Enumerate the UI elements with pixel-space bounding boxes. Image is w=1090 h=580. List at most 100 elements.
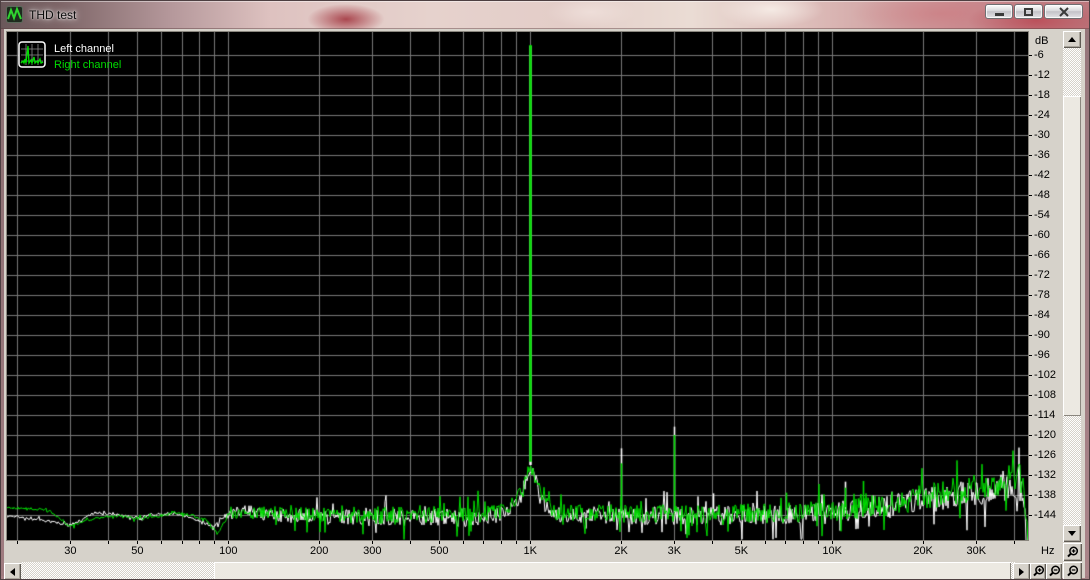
x-tick-mark [674,541,675,544]
maximize-button[interactable] [1014,4,1043,19]
x-tick-mark [621,541,622,544]
minimize-icon [994,12,1004,16]
x-tick-mark [530,541,531,544]
h-zoom-in-button[interactable] [1030,563,1046,579]
x-tick-mark [463,541,464,544]
app-icon [6,6,23,23]
h-scroll-thumb[interactable] [214,562,1011,579]
arrow-up-icon [1068,37,1076,42]
x-tick-mark [410,541,411,544]
x-tick-mark [182,541,183,544]
arrow-left-icon [10,567,15,576]
x-tick-mark [137,541,138,544]
scroll-left-button[interactable] [4,563,21,579]
x-tick-label: 2K [614,545,628,557]
y-tick-label: -78 [1034,289,1050,301]
y-tick-label: -18 [1034,89,1050,101]
y-tick-mark [1029,195,1032,196]
x-tick-label: 20K [913,545,933,557]
scroll-down-button[interactable] [1063,525,1081,542]
x-tick-label: 50 [131,545,144,557]
x-tick-mark [803,541,804,544]
y-tick-label: -132 [1034,469,1057,481]
x-tick-mark [765,541,766,544]
spectrum-canvas[interactable] [7,32,1028,540]
scroll-up-button[interactable] [1063,31,1081,48]
y-tick-label: -144 [1034,509,1057,521]
y-tick-label: -90 [1034,329,1050,341]
legend-right-channel-label: Right channel [54,59,122,71]
x-tick-label: 500 [430,545,449,557]
close-icon [1058,6,1069,17]
y-tick-mark [1029,435,1032,436]
y-tick-label: -66 [1034,249,1050,261]
scroll-right-button[interactable] [1013,563,1030,579]
y-tick-label: -138 [1034,489,1057,501]
y-tick-label: -24 [1034,109,1050,121]
h-zoom-out-button[interactable] [1046,563,1062,579]
x-tick-mark [516,541,517,544]
x-tick-mark [214,541,215,544]
x-tick-label: 30 [64,545,77,557]
y-tick-mark [1029,215,1032,216]
x-axis-unit-label: Hz [1041,545,1055,557]
x-tick-mark [439,541,440,544]
y-tick-mark [1029,55,1032,56]
arrow-right-icon [1019,567,1024,576]
x-tick-mark [319,541,320,544]
y-tick-mark [1029,315,1032,316]
y-tick-label: -72 [1034,269,1050,281]
v-scroll-thumb[interactable] [1063,96,1081,416]
y-tick-label: -84 [1034,309,1050,321]
y-tick-label: -36 [1034,149,1050,161]
y-axis-strip: dB -6 -12 -18 -24 -30 -36 -42 -48 -54 -60 -66 -72 -7… [1029,32,1063,541]
x-tick-label: 1K [523,545,537,557]
y-tick-label: -42 [1034,169,1050,181]
y-tick-label: -60 [1034,229,1050,241]
legend-left-channel-label: Left channel [54,43,114,55]
y-tick-label: -96 [1034,349,1050,361]
minimize-button[interactable] [985,4,1013,19]
y-tick-mark [1029,355,1032,356]
y-tick-label: -102 [1034,369,1057,381]
vertical-scrollbar [1063,31,1081,543]
x-tick-label: 200 [310,545,329,557]
x-tick-mark [372,541,373,544]
y-tick-mark [1029,375,1032,376]
titlebar[interactable]: THD test [1,1,1089,29]
x-tick-mark [17,541,18,544]
x-tick-mark [501,541,502,544]
x-tick-mark [483,541,484,544]
x-tick-mark [741,541,742,544]
y-tick-mark [1029,515,1032,516]
x-tick-mark [832,541,833,544]
maximize-icon [1024,7,1033,16]
y-axis-unit-label: dB [1035,35,1049,47]
y-tick-mark [1029,155,1032,156]
y-tick-mark [1029,95,1032,96]
y-tick-mark [1029,75,1032,76]
y-tick-mark [1029,415,1032,416]
zoom-in-icon [1032,565,1044,577]
x-tick-label: 100 [219,545,238,557]
app-window: THD test Left channel Right channel dB -… [0,0,1090,580]
x-tick-label: 3K [667,545,682,557]
y-tick-label: -114 [1034,409,1056,421]
zoom-in-icon [1067,546,1079,557]
y-tick-mark [1029,495,1032,496]
x-tick-mark [108,541,109,544]
v-zoom-in-button[interactable] [1063,543,1082,561]
legend: Left channel Right channel [18,41,121,73]
y-tick-mark [1029,115,1032,116]
x-tick-mark [70,541,71,544]
window-title: THD test [29,8,77,22]
x-tick-mark [976,541,977,544]
x-tick-label: 30K [966,545,987,557]
y-tick-mark [1029,395,1032,396]
x-tick-label: 10K [822,545,842,557]
close-button[interactable] [1044,4,1083,19]
y-tick-label: -126 [1034,449,1057,461]
x-tick-mark [1014,541,1015,544]
x-tick-mark [818,541,819,544]
horizontal-scrollbar [4,562,1083,579]
